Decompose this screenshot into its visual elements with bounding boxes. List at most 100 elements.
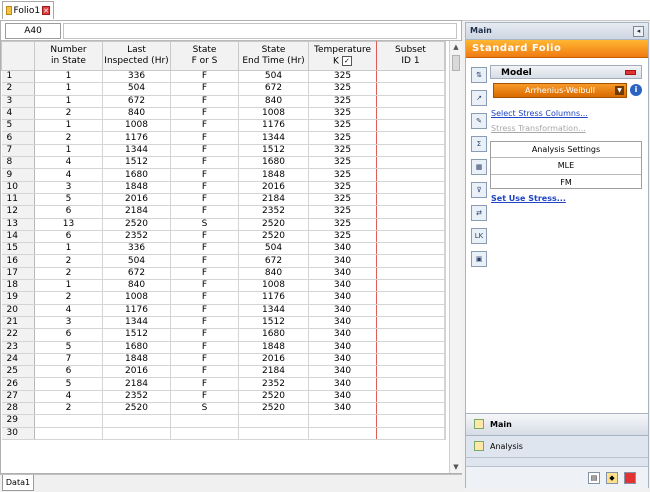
table-cell[interactable] bbox=[444, 427, 446, 440]
table-cell[interactable] bbox=[444, 267, 446, 281]
sheet-tab-data1[interactable]: Data1 bbox=[2, 475, 34, 491]
scroll-down-icon[interactable]: ▼ bbox=[450, 461, 462, 473]
collapse-icon[interactable]: ◂ bbox=[633, 26, 644, 37]
table-cell[interactable] bbox=[376, 328, 445, 342]
row-header[interactable]: 20 bbox=[1, 304, 35, 317]
table-cell[interactable] bbox=[376, 70, 445, 84]
table-cell[interactable] bbox=[376, 119, 445, 133]
nav-analysis[interactable]: Analysis bbox=[466, 435, 648, 457]
table-cell[interactable]: 340 bbox=[308, 304, 377, 317]
table-cell[interactable]: 340 bbox=[308, 279, 377, 293]
table-cell[interactable] bbox=[376, 291, 445, 305]
table-cell[interactable]: 4 bbox=[34, 390, 103, 404]
select-icon[interactable]: ▦ bbox=[471, 159, 487, 175]
table-cell[interactable]: 1512 bbox=[238, 144, 309, 158]
table-cell[interactable]: 325 bbox=[308, 230, 377, 244]
table-cell[interactable]: 2184 bbox=[102, 377, 171, 391]
table-cell[interactable]: 672 bbox=[102, 267, 171, 281]
table-cell[interactable] bbox=[376, 168, 445, 182]
row-header[interactable]: 2 bbox=[1, 82, 35, 96]
table-cell[interactable] bbox=[376, 193, 445, 207]
table-cell[interactable]: 2520 bbox=[102, 218, 171, 231]
table-cell[interactable]: F bbox=[170, 107, 239, 121]
table-cell[interactable]: 325 bbox=[308, 156, 377, 170]
column-header[interactable]: Number in State bbox=[34, 41, 103, 71]
table-cell[interactable]: 5 bbox=[34, 193, 103, 207]
column-header-empty[interactable] bbox=[444, 41, 446, 71]
table-cell[interactable]: 340 bbox=[308, 353, 377, 367]
table-cell[interactable] bbox=[444, 341, 446, 354]
table-cell[interactable]: 1 bbox=[34, 95, 103, 108]
table-cell[interactable] bbox=[376, 82, 445, 96]
table-cell[interactable]: 340 bbox=[308, 328, 377, 342]
table-cell[interactable]: 340 bbox=[308, 402, 377, 416]
red-flag-icon[interactable] bbox=[624, 472, 636, 484]
table-cell[interactable] bbox=[376, 95, 445, 108]
row-header[interactable]: 8 bbox=[1, 156, 35, 170]
table-cell[interactable] bbox=[170, 427, 239, 440]
table-cell[interactable]: 1176 bbox=[102, 304, 171, 317]
table-cell[interactable] bbox=[444, 168, 446, 182]
table-cell[interactable] bbox=[444, 328, 446, 342]
table-cell[interactable]: 340 bbox=[308, 267, 377, 281]
table-cell[interactable]: 1512 bbox=[102, 156, 171, 170]
table-cell[interactable]: 1848 bbox=[238, 341, 309, 354]
table-cell[interactable]: 1 bbox=[34, 82, 103, 96]
row-header[interactable]: 11 bbox=[1, 193, 35, 207]
table-cell[interactable]: F bbox=[170, 341, 239, 354]
table-cell[interactable]: 2184 bbox=[102, 205, 171, 219]
table-cell[interactable] bbox=[444, 279, 446, 293]
table-cell[interactable]: F bbox=[170, 230, 239, 244]
table-cell[interactable]: 1680 bbox=[238, 156, 309, 170]
table-cell[interactable] bbox=[376, 427, 445, 440]
table-cell[interactable]: 4 bbox=[34, 156, 103, 170]
table-cell[interactable] bbox=[376, 230, 445, 244]
info-icon[interactable]: i bbox=[630, 84, 642, 96]
table-cell[interactable] bbox=[376, 218, 445, 231]
table-cell[interactable] bbox=[444, 181, 446, 194]
table-cell[interactable] bbox=[102, 414, 171, 428]
table-cell[interactable]: F bbox=[170, 82, 239, 96]
report-icon[interactable]: ▣ bbox=[471, 251, 487, 267]
tab-folio1[interactable]: Folio1 ✕ bbox=[2, 1, 54, 19]
table-cell[interactable]: 3 bbox=[34, 316, 103, 330]
table-cell[interactable]: F bbox=[170, 119, 239, 133]
row-header[interactable]: 29 bbox=[1, 414, 35, 428]
filter-icon[interactable]: ⊽ bbox=[471, 182, 487, 198]
table-cell[interactable]: 2520 bbox=[238, 218, 309, 231]
table-cell[interactable]: F bbox=[170, 365, 239, 379]
table-cell[interactable] bbox=[444, 95, 446, 108]
table-cell[interactable]: 4 bbox=[34, 304, 103, 317]
table-cell[interactable] bbox=[376, 365, 445, 379]
row-header[interactable]: 7 bbox=[1, 144, 35, 158]
table-cell[interactable]: F bbox=[170, 304, 239, 317]
table-cell[interactable]: F bbox=[170, 316, 239, 330]
analysis-method-button[interactable]: MLE bbox=[491, 158, 641, 175]
table-cell[interactable]: 2520 bbox=[238, 230, 309, 244]
table-cell[interactable] bbox=[376, 414, 445, 428]
table-cell[interactable]: 1176 bbox=[238, 291, 309, 305]
table-cell[interactable]: F bbox=[170, 156, 239, 170]
calc-icon[interactable]: Σ bbox=[471, 136, 487, 152]
table-cell[interactable]: 7 bbox=[34, 353, 103, 367]
table-cell[interactable]: 4 bbox=[34, 168, 103, 182]
row-header[interactable]: 6 bbox=[1, 131, 35, 145]
table-cell[interactable]: 2 bbox=[34, 254, 103, 268]
table-cell[interactable]: F bbox=[170, 267, 239, 281]
model-select[interactable]: Arrhenius-Weibull ▼ bbox=[493, 83, 627, 98]
table-cell[interactable]: 6 bbox=[34, 230, 103, 244]
row-header[interactable]: 9 bbox=[1, 168, 35, 182]
table-cell[interactable]: 2016 bbox=[102, 365, 171, 379]
column-header[interactable]: State End Time (Hr) bbox=[238, 41, 309, 71]
table-cell[interactable]: 1848 bbox=[102, 353, 171, 367]
table-cell[interactable]: 2 bbox=[34, 107, 103, 121]
formula-input[interactable] bbox=[63, 23, 457, 39]
table-cell[interactable] bbox=[444, 377, 446, 391]
table-cell[interactable]: 2 bbox=[34, 291, 103, 305]
table-cell[interactable] bbox=[308, 427, 377, 440]
table-cell[interactable] bbox=[376, 390, 445, 404]
table-cell[interactable] bbox=[444, 291, 446, 305]
table-cell[interactable]: 1344 bbox=[102, 316, 171, 330]
row-header[interactable]: 15 bbox=[1, 242, 35, 256]
table-cell[interactable] bbox=[444, 316, 446, 330]
